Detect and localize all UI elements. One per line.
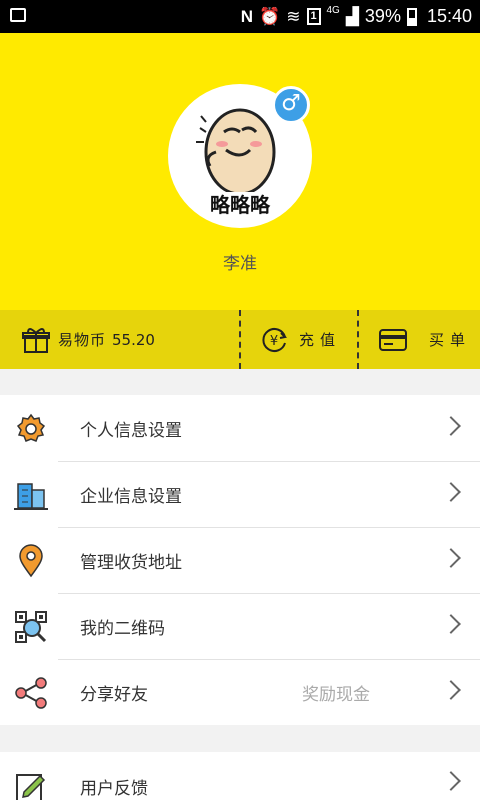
chevron-right-icon <box>441 680 461 700</box>
battery-percent: 39% <box>364 6 401 26</box>
menu-item-qr-code[interactable]: 我的二维码 <box>0 593 480 659</box>
nfc-icon: N <box>240 7 254 26</box>
share-icon <box>15 677 47 709</box>
qr-code-icon <box>15 611 47 643</box>
settings-list: 个人信息设置 企业信息设置 管理收货地址 我的二维码 分享好友 奖励现金 <box>0 395 480 725</box>
coins-label: 易物币 <box>58 331 107 349</box>
menu-item-addresses[interactable]: 管理收货地址 <box>0 527 480 593</box>
gift-icon <box>22 327 50 353</box>
network-type: 4G <box>326 5 340 16</box>
avatar-caption: 略略略 <box>210 193 271 217</box>
menu-label: 用户反馈 <box>80 779 148 799</box>
sim-icon: 1 <box>306 8 321 25</box>
location-pin-icon <box>19 544 43 578</box>
chevron-right-icon <box>441 482 461 502</box>
recharge-label: 充值 <box>299 331 342 349</box>
chevron-right-icon <box>441 614 461 634</box>
menu-label: 管理收货地址 <box>80 552 182 573</box>
feedback-icon <box>16 774 46 800</box>
building-icon <box>14 483 48 510</box>
recharge-button[interactable]: ¥ 充值 <box>239 310 357 369</box>
status-icons: N ⏰ ≋ 1 4G ▟ 39% 15:40 <box>241 0 472 33</box>
profile-header: 略略略 ♂ 李准 <box>0 33 480 310</box>
menu-label: 个人信息设置 <box>80 420 182 441</box>
menu-label: 分享好友 <box>80 684 148 705</box>
male-gender-icon: ♂ <box>272 86 310 124</box>
wifi-icon: ≋ <box>286 7 301 26</box>
signal-icon: ▟ <box>345 7 359 26</box>
settings-list-secondary: 用户反馈 <box>0 752 480 800</box>
coins-value: 55.20 <box>112 330 155 349</box>
reward-hint: 奖励现金 <box>302 684 370 705</box>
yuan-symbol: ¥ <box>270 334 278 349</box>
buy-button[interactable]: 买单 <box>357 310 480 369</box>
menu-label: 我的二维码 <box>80 618 165 639</box>
username: 李准 <box>223 254 257 274</box>
chevron-right-icon <box>441 416 461 436</box>
chevron-right-icon <box>441 548 461 568</box>
gear-icon <box>16 413 46 442</box>
menu-item-company-info[interactable]: 企业信息设置 <box>0 461 480 527</box>
alarm-icon: ⏰ <box>259 7 281 26</box>
credit-card-icon <box>379 328 407 351</box>
menu-label: 企业信息设置 <box>80 486 182 507</box>
gallery-notification-icon <box>10 8 26 22</box>
coins-balance[interactable]: 易物币 55.20 <box>0 310 239 369</box>
recharge-icon: ¥ <box>262 327 288 352</box>
battery-icon <box>406 7 417 26</box>
menu-item-feedback[interactable]: 用户反馈 <box>0 752 480 800</box>
menu-item-personal-info[interactable]: 个人信息设置 <box>0 395 480 461</box>
chevron-right-icon <box>441 771 461 791</box>
menu-item-share[interactable]: 分享好友 奖励现金 <box>0 659 480 725</box>
status-bar: N ⏰ ≋ 1 4G ▟ 39% 15:40 <box>0 0 480 33</box>
buy-label: 买单 <box>429 331 472 349</box>
wallet-bar: 易物币 55.20 ¥ 充值 买单 <box>0 310 480 369</box>
clock: 15:40 <box>426 6 472 26</box>
